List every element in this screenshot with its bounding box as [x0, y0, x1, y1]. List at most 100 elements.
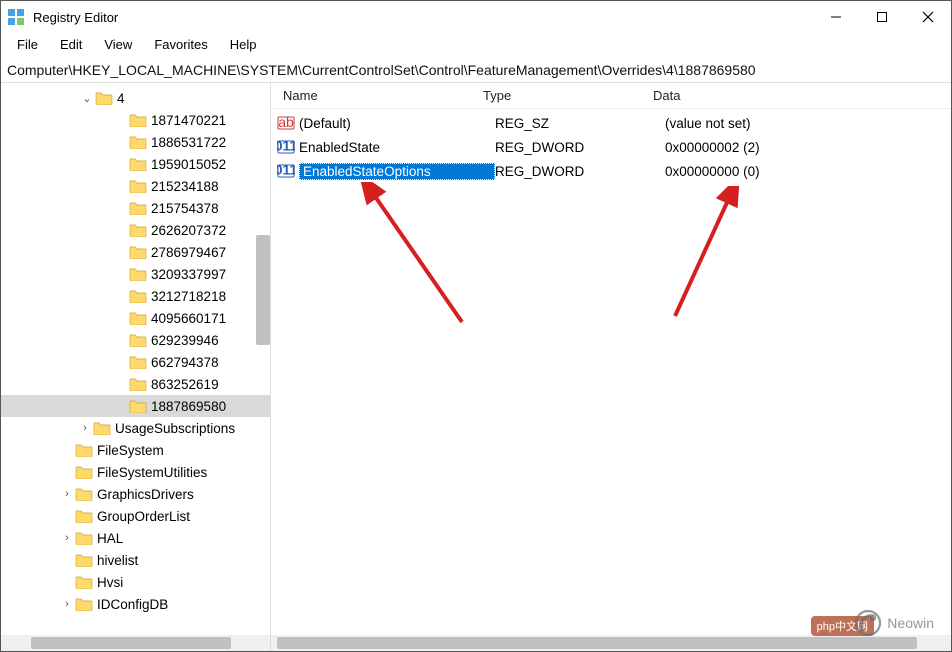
- watermark-text: Neowin: [887, 615, 934, 631]
- column-header-data[interactable]: Data: [647, 88, 951, 103]
- watermark: Neowin: [855, 610, 934, 636]
- folder-icon: [75, 509, 93, 523]
- value-type: REG_DWORD: [495, 164, 665, 179]
- menu-item-favorites[interactable]: Favorites: [144, 35, 217, 54]
- tree-item-1959015052[interactable]: 1959015052: [1, 153, 270, 175]
- tree-item-label: 2626207372: [151, 223, 226, 238]
- tree-item-215754378[interactable]: 215754378: [1, 197, 270, 219]
- list-hscroll-thumb[interactable]: [277, 637, 917, 649]
- tree-item-4095660171[interactable]: 4095660171: [1, 307, 270, 329]
- tree-item-label: 629239946: [151, 333, 219, 348]
- tree-item-215234188[interactable]: 215234188: [1, 175, 270, 197]
- tree-item-label: 215234188: [151, 179, 219, 194]
- expander-icon[interactable]: ›: [59, 598, 75, 610]
- folder-icon: [129, 311, 147, 325]
- window-title: Registry Editor: [33, 10, 813, 25]
- folder-icon: [75, 531, 93, 545]
- tree-item-idconfigdb[interactable]: ›IDConfigDB: [1, 593, 270, 615]
- tree-scroll[interactable]: ⌄418714702211886531722195901505221523418…: [1, 87, 270, 635]
- tree-item-grouporderlist[interactable]: GroupOrderList: [1, 505, 270, 527]
- neowin-logo-icon: [855, 610, 881, 636]
- address-bar[interactable]: Computer\HKEY_LOCAL_MACHINE\SYSTEM\Curre…: [1, 57, 951, 83]
- tree-item-1887869580[interactable]: 1887869580: [1, 395, 270, 417]
- list-header: Name Type Data: [271, 83, 951, 109]
- folder-icon: [75, 465, 93, 479]
- value-type: REG_DWORD: [495, 140, 665, 155]
- tree-item-label: 1871470221: [151, 113, 226, 128]
- menu-item-file[interactable]: File: [7, 35, 48, 54]
- tree-item-label: 3212718218: [151, 289, 226, 304]
- folder-icon: [129, 201, 147, 215]
- maximize-button[interactable]: [859, 1, 905, 33]
- tree-item-hivelist[interactable]: hivelist: [1, 549, 270, 571]
- value-row-enabledstate[interactable]: 011EnabledStateREG_DWORD0x00000002 (2): [271, 135, 951, 159]
- svg-text:011: 011: [277, 138, 295, 154]
- tree-hscroll-thumb[interactable]: [31, 637, 231, 649]
- vertical-scrollbar-thumb[interactable]: [256, 235, 270, 345]
- svg-text:ab: ab: [278, 114, 294, 130]
- column-header-type[interactable]: Type: [477, 88, 647, 103]
- menu-item-edit[interactable]: Edit: [50, 35, 92, 54]
- tree-item-3209337997[interactable]: 3209337997: [1, 263, 270, 285]
- list-horizontal-scrollbar[interactable]: [271, 635, 951, 651]
- expander-icon[interactable]: ›: [59, 488, 75, 500]
- reg-string-icon: ab: [277, 114, 295, 132]
- value-name: EnabledStateOptions: [299, 163, 495, 180]
- tree-item-hvsi[interactable]: Hvsi: [1, 571, 270, 593]
- folder-icon: [129, 289, 147, 303]
- svg-text:011: 011: [277, 162, 295, 178]
- tree-item-2626207372[interactable]: 2626207372: [1, 219, 270, 241]
- value-row-enabledstateoptions[interactable]: 011EnabledStateOptionsREG_DWORD0x0000000…: [271, 159, 951, 183]
- tree-item-filesystemutilities[interactable]: FileSystemUtilities: [1, 461, 270, 483]
- folder-icon: [75, 553, 93, 567]
- expander-icon[interactable]: ›: [59, 532, 75, 544]
- tree-item-label: Hvsi: [97, 575, 123, 590]
- title-bar: Registry Editor: [1, 1, 951, 33]
- folder-icon: [129, 355, 147, 369]
- tree-item-3212718218[interactable]: 3212718218: [1, 285, 270, 307]
- folder-icon: [129, 223, 147, 237]
- close-button[interactable]: [905, 1, 951, 33]
- tree-item-graphicsdrivers[interactable]: ›GraphicsDrivers: [1, 483, 270, 505]
- value-data: 0x00000000 (0): [665, 164, 760, 179]
- tree-horizontal-scrollbar[interactable]: [1, 635, 270, 651]
- tree-item-4[interactable]: ⌄4: [1, 87, 270, 109]
- column-header-name[interactable]: Name: [277, 88, 477, 103]
- tree-item-label: 4095660171: [151, 311, 226, 326]
- folder-icon: [129, 245, 147, 259]
- folder-icon: [129, 399, 147, 413]
- tree-item-label: 1959015052: [151, 157, 226, 172]
- tree-item-usagesubscriptions[interactable]: › UsageSubscriptions: [1, 417, 270, 439]
- menu-item-view[interactable]: View: [94, 35, 142, 54]
- folder-icon: [129, 135, 147, 149]
- tree-item-label: 4: [117, 91, 125, 106]
- folder-icon: [75, 443, 93, 457]
- value-data: (value not set): [665, 116, 751, 131]
- tree-item-863252619[interactable]: 863252619: [1, 373, 270, 395]
- tree-item-label: 863252619: [151, 377, 219, 392]
- minimize-button[interactable]: [813, 1, 859, 33]
- folder-icon: [75, 575, 93, 589]
- tree-item-hal[interactable]: ›HAL: [1, 527, 270, 549]
- tree-item-label: 3209337997: [151, 267, 226, 282]
- value-row-default[interactable]: ab(Default)REG_SZ(value not set): [271, 111, 951, 135]
- tree-item-2786979467[interactable]: 2786979467: [1, 241, 270, 263]
- tree-item-662794378[interactable]: 662794378: [1, 351, 270, 373]
- folder-icon: [129, 267, 147, 281]
- tree-pane: ⌄418714702211886531722195901505221523418…: [1, 83, 271, 651]
- tree-item-label: hivelist: [97, 553, 138, 568]
- tree-item-label: UsageSubscriptions: [115, 421, 235, 436]
- address-path: Computer\HKEY_LOCAL_MACHINE\SYSTEM\Curre…: [7, 62, 756, 78]
- tree-item-629239946[interactable]: 629239946: [1, 329, 270, 351]
- list-body[interactable]: ab(Default)REG_SZ(value not set)011Enabl…: [271, 109, 951, 183]
- menu-item-help[interactable]: Help: [220, 35, 267, 54]
- tree-item-1886531722[interactable]: 1886531722: [1, 131, 270, 153]
- expander-icon[interactable]: ›: [77, 422, 93, 434]
- folder-icon: [129, 157, 147, 171]
- folder-icon: [129, 179, 147, 193]
- expander-icon[interactable]: ⌄: [79, 92, 95, 105]
- folder-icon: [75, 597, 93, 611]
- tree-item-filesystem[interactable]: FileSystem: [1, 439, 270, 461]
- tree-item-1871470221[interactable]: 1871470221: [1, 109, 270, 131]
- folder-icon: [93, 421, 111, 435]
